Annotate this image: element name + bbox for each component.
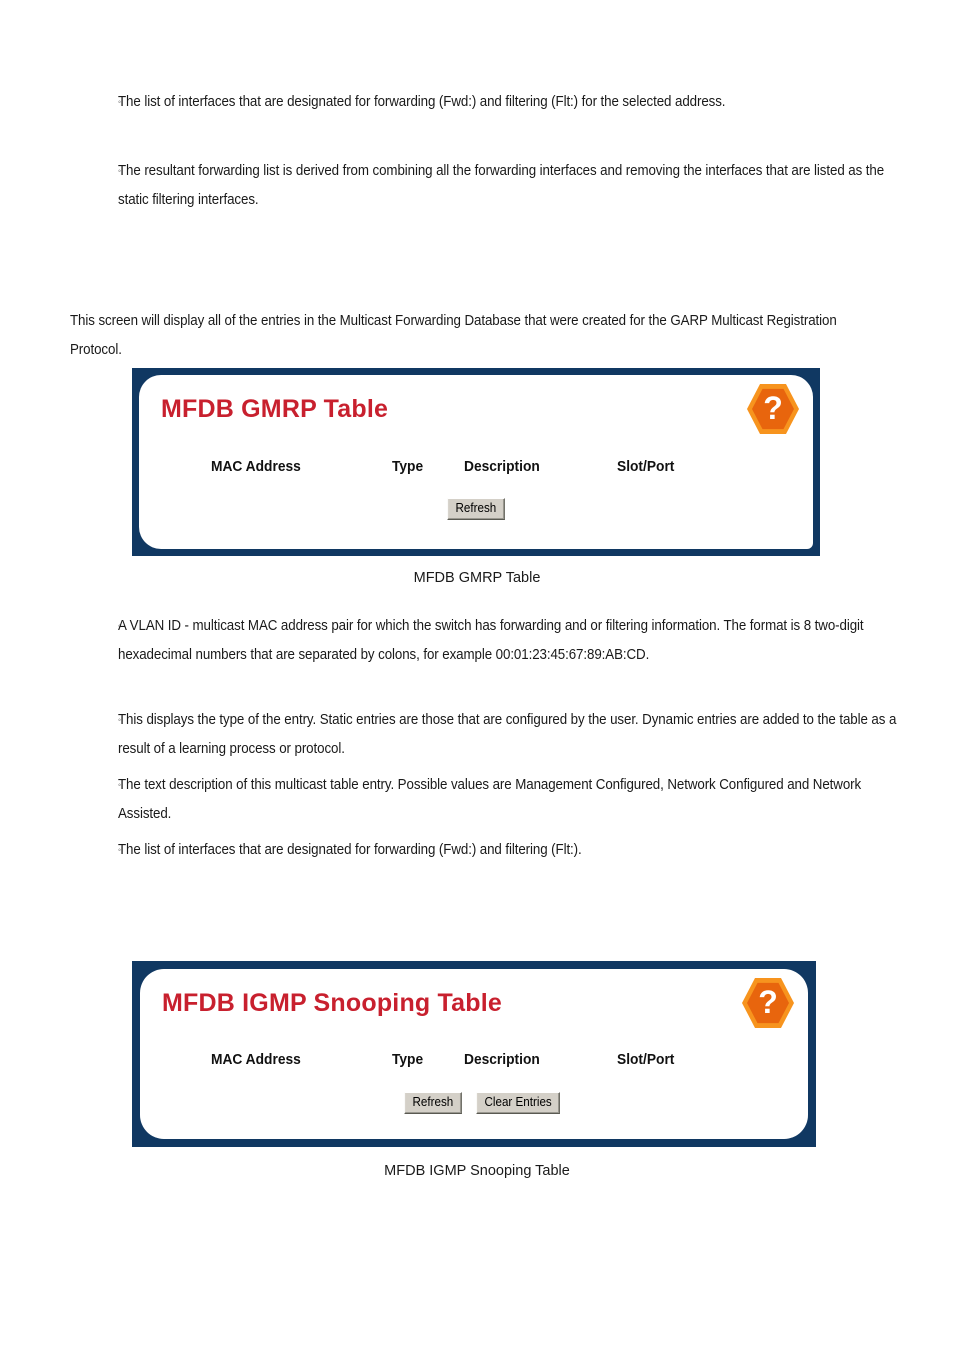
bullet-text: A VLAN ID - multicast MAC address pair f… [118,612,909,670]
bullet-sentence: The list of interfaces that are designat… [118,842,582,858]
bullet-sentence: A VLAN ID - multicast MAC address pair f… [118,618,864,663]
help-question-icon[interactable]: ? [742,977,794,1029]
clear-entries-button[interactable]: Clear Entries [475,1092,560,1114]
bullet-sentence: The text description of this multicast t… [118,777,862,822]
figure-caption-gmrp: MFDB GMRP Table [413,570,541,586]
bullet-text: The text description of this multicast t… [118,771,909,829]
bullet-sentence: This displays the type of the entry. Sta… [118,712,897,757]
device-ui-content: MFDB GMRP Table ? MAC Address Type Descr… [139,375,813,549]
panel-button-row-igmp: Refresh Clear Entries [402,1092,563,1114]
column-header-type: Type [392,459,424,475]
bullet-item-type: ◦ This displays the type of the entry. S… [118,706,918,764]
panel-title-gmrp: MFDB GMRP Table [161,395,389,423]
intro-paragraph: This screen will display all of the entr… [70,313,837,358]
bullet-text: The list of interfaces that are designat… [118,88,909,117]
column-header-slot-port: Slot/Port [617,459,675,475]
bullet-item-forwarding-filtering-selected: ◦ The list of interfaces that are design… [118,88,918,117]
panel-button-row-gmrp: Refresh [445,498,507,520]
bullet-item-slot-port: ◦ The list of interfaces that are design… [118,836,918,865]
column-header-type: Type [392,1052,424,1068]
column-header-description: Description [464,1052,540,1068]
column-header-mac-address: MAC Address [211,459,301,475]
bullet-sentence: The resultant forwarding list is derived… [118,163,885,208]
bullet-item-description: ◦ The text description of this multicast… [118,771,918,829]
device-ui-frame: MFDB IGMP Snooping Table ? MAC Address T… [132,961,816,1147]
bullet-sentence: The list of interfaces that are designat… [118,94,726,110]
bullet-item-resultant-forwarding-list: ◦ The resultant forwarding list is deriv… [118,157,918,215]
help-question-icon[interactable]: ? [747,383,799,435]
device-ui-content: MFDB IGMP Snooping Table ? MAC Address T… [140,969,808,1139]
column-header-slot-port: Slot/Port [617,1052,675,1068]
bullet-text: The list of interfaces that are designat… [118,836,909,865]
help-question-mark-glyph: ? [763,389,783,426]
figure-caption-igmp-snooping: MFDB IGMP Snooping Table [384,1163,570,1179]
help-question-mark-glyph: ? [758,983,778,1020]
bullet-text: The resultant forwarding list is derived… [118,157,909,215]
screenshot-panel-mfdb-igmp-snooping: MFDB IGMP Snooping Table ? MAC Address T… [132,961,816,1147]
bullet-text: This displays the type of the entry. Sta… [118,706,909,764]
bullet-item-mac-address: ◦ A VLAN ID - multicast MAC address pair… [118,612,918,670]
refresh-button[interactable]: Refresh [404,1092,462,1114]
refresh-button[interactable]: Refresh [447,498,505,520]
screenshot-panel-mfdb-gmrp: MFDB GMRP Table ? MAC Address Type Descr… [132,368,820,556]
column-header-description: Description [464,459,540,475]
column-header-mac-address: MAC Address [211,1052,301,1068]
device-ui-frame: MFDB GMRP Table ? MAC Address Type Descr… [132,368,820,556]
panel-title-igmp-snooping: MFDB IGMP Snooping Table [162,989,502,1017]
